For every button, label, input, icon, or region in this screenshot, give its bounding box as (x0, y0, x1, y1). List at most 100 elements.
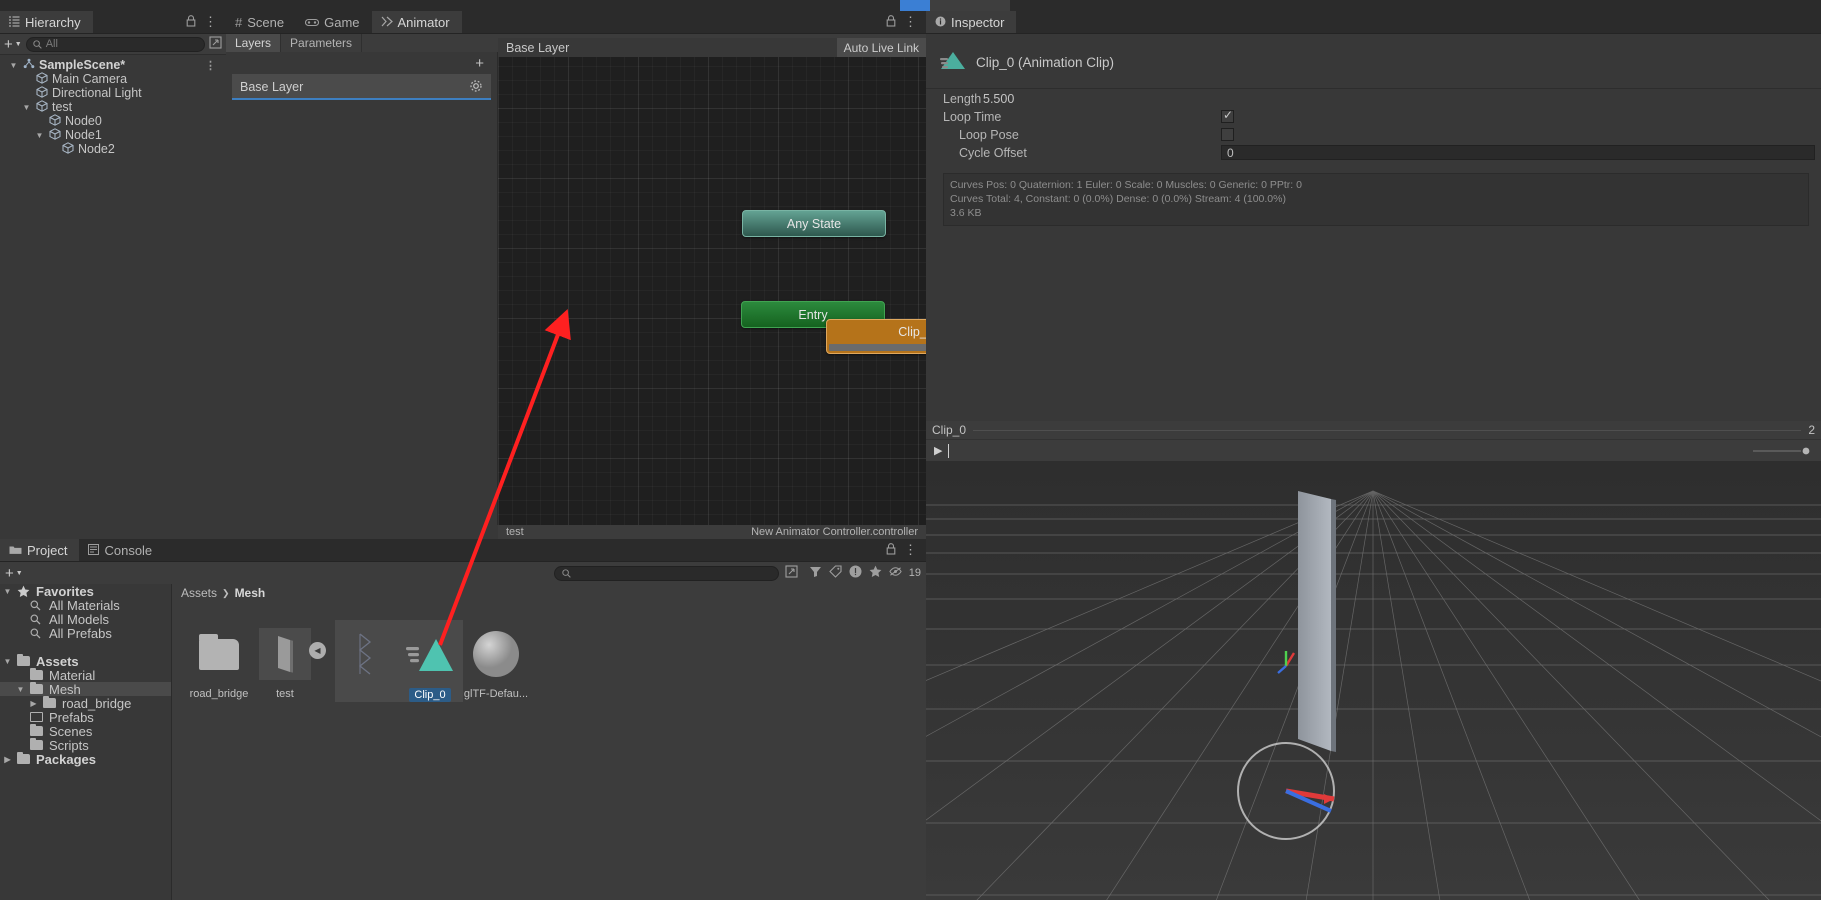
disclosure-triangle-icon[interactable]: ▶ (2, 755, 13, 764)
project-tree-item-scenes[interactable]: Scenes (0, 724, 171, 739)
tab-console[interactable]: Console (79, 539, 164, 561)
project-tree-item-allmaterials[interactable]: All Materials (0, 598, 171, 613)
hierarchy-item-samplescene[interactable]: ▼ SampleScene* ⋮ (0, 58, 226, 72)
expand-collapse-icon[interactable]: ◀ (309, 642, 326, 659)
asset-item[interactable]: Clip_0 (397, 620, 463, 702)
asset-label: test (276, 688, 294, 700)
state-node-label: Entry (798, 307, 828, 322)
preview-viewport[interactable] (926, 461, 1821, 900)
subtab-parameters[interactable]: Parameters (281, 34, 363, 52)
more-menu-icon[interactable]: ⋮ (904, 542, 917, 558)
auto-live-link-button[interactable]: Auto Live Link (836, 38, 926, 57)
project-tree-item-assets[interactable]: ▼ Assets (0, 654, 171, 669)
tab-hierarchy[interactable]: Hierarchy (0, 11, 93, 33)
asset-label: Clip_0 (409, 688, 451, 702)
curves-line-2: Curves Total: 4, Constant: 0 (0.0%) Dens… (950, 193, 1286, 206)
graph-breadcrumb-bar: Base Layer Auto Live Link (498, 38, 926, 57)
disclosure-triangle-icon[interactable]: ▼ (21, 103, 32, 112)
field-label: Loop Pose (959, 127, 1019, 142)
lock-icon[interactable] (186, 14, 196, 30)
clip-preview-panel: Clip_0 2 ▶ (926, 421, 1821, 900)
inspector-field-loop-time: Loop Time (926, 108, 1821, 125)
disclosure-triangle-icon[interactable]: ▼ (2, 657, 13, 666)
state-node-label: Any State (786, 216, 842, 231)
project-tree-item-roadbridge[interactable]: ▶ road_bridge (0, 696, 171, 711)
create-asset-button[interactable]: + ▼ (5, 566, 23, 581)
project-asset-grid[interactable]: Assets ❯ Mesh road_bridge test ◀ Clip_0 glTF… (172, 584, 926, 900)
tab-game-label: Game (324, 14, 360, 30)
filter-label-icon[interactable] (828, 565, 842, 581)
project-search-input[interactable] (553, 565, 779, 581)
disclosure-triangle-icon[interactable]: ▼ (15, 685, 26, 694)
more-menu-icon[interactable]: ⋮ (904, 14, 917, 30)
field-checkbox[interactable] (1221, 108, 1234, 123)
field-checkbox[interactable] (1221, 128, 1234, 141)
lock-icon[interactable] (886, 542, 896, 558)
hierarchy-item-test[interactable]: ▼ test (0, 99, 226, 114)
tab-animator-label: Animator (397, 14, 450, 30)
favorite-star-icon[interactable] (869, 565, 882, 581)
inspector-field-loop-pose: Loop Pose (926, 126, 1821, 143)
tab-hierarchy-label: Hierarchy (25, 14, 81, 30)
asset-label: road_bridge (189, 688, 249, 700)
project-tree-item-prefabs[interactable]: Prefabs (0, 710, 171, 725)
state-node-clip-0[interactable]: Clip_0 (826, 319, 926, 354)
tab-inspector[interactable]: Inspector (926, 11, 1017, 33)
asset-item[interactable]: glTF-Defau... (463, 620, 529, 702)
play-button[interactable] (900, 0, 930, 11)
animator-state-graph[interactable]: Any State Entry Clip_0 (498, 38, 926, 525)
add-layer-button[interactable]: + (475, 55, 484, 72)
project-tree-item-packages[interactable]: ▶ Packages (0, 752, 171, 767)
project-toolbar: + ▼ 19 (0, 562, 926, 584)
tab-inspector-label: Inspector (951, 14, 1005, 30)
hierarchy-item-node1[interactable]: ▼ Node1 (0, 127, 226, 142)
animator-footer-controller: New Animator Controller.controller (751, 526, 918, 538)
preview-play-button[interactable]: ▶ (934, 444, 942, 457)
subtab-layers[interactable]: Layers (226, 34, 282, 52)
project-tree-item-mesh[interactable]: ▼ Mesh (0, 682, 171, 697)
disclosure-triangle-icon[interactable]: ▼ (8, 61, 19, 70)
layer-item-base[interactable]: Base Layer (232, 74, 491, 100)
project-tree-item-allprefabs[interactable]: All Prefabs (0, 626, 171, 641)
row-more-menu-icon[interactable]: ⋮ (205, 59, 226, 72)
tab-animator[interactable]: Animator (371, 11, 462, 33)
asset-item[interactable]: test (252, 620, 318, 702)
asset-item[interactable]: road_bridge (186, 620, 252, 702)
project-tree-item-allmodels[interactable]: All Models (0, 612, 171, 627)
hierarchy-item-node0[interactable]: Node0 (0, 113, 226, 128)
tab-game[interactable]: Game (296, 11, 371, 33)
add-gameobject-button[interactable]: + ▼ (4, 37, 22, 52)
layer-add-row: + (226, 52, 497, 74)
layer-name: Base Layer (240, 80, 304, 94)
project-tree-item-scripts[interactable]: Scripts (0, 738, 171, 753)
preview-playhead[interactable] (948, 443, 950, 458)
gear-icon[interactable] (469, 79, 483, 96)
project-tree-item-material[interactable]: Material (0, 668, 171, 683)
tab-scene[interactable]: # Scene (226, 11, 296, 33)
hierarchy-item-directionallight[interactable]: Directional Light (0, 85, 226, 100)
more-menu-icon[interactable]: ⋮ (204, 14, 217, 30)
error-badge-icon[interactable] (849, 565, 862, 581)
search-filter-icon[interactable] (785, 565, 798, 581)
breadcrumb-mesh[interactable]: Mesh (235, 586, 266, 600)
disclosure-triangle-icon[interactable]: ▼ (2, 587, 13, 596)
preview-speed-slider[interactable] (1753, 446, 1813, 456)
search-filter-icon[interactable] (209, 36, 222, 52)
disclosure-triangle-icon[interactable]: ▼ (34, 131, 45, 140)
disclosure-triangle-icon[interactable]: ▶ (28, 699, 39, 708)
hierarchy-tabbar: Hierarchy ⋮ (0, 11, 226, 34)
field-number-input[interactable]: 0 (1221, 145, 1815, 160)
hierarchy-search-input[interactable]: All (25, 36, 205, 52)
hierarchy-item-node2[interactable]: Node2 (0, 141, 226, 156)
asset-item[interactable] (335, 620, 397, 702)
breadcrumb-assets[interactable]: Assets (181, 586, 217, 600)
tab-project[interactable]: Project (0, 539, 80, 561)
hierarchy-item-maincamera[interactable]: Main Camera (0, 71, 226, 86)
hidden-count-icon[interactable] (889, 566, 902, 580)
filter-type-icon[interactable] (809, 565, 822, 581)
state-node-any-state[interactable]: Any State (742, 210, 886, 237)
lock-icon[interactable] (886, 14, 896, 30)
project-tree-item-favorites[interactable]: ▼ Favorites (0, 584, 171, 599)
tab-console-label: Console (104, 542, 153, 558)
mesh-sub-icon (337, 626, 395, 682)
